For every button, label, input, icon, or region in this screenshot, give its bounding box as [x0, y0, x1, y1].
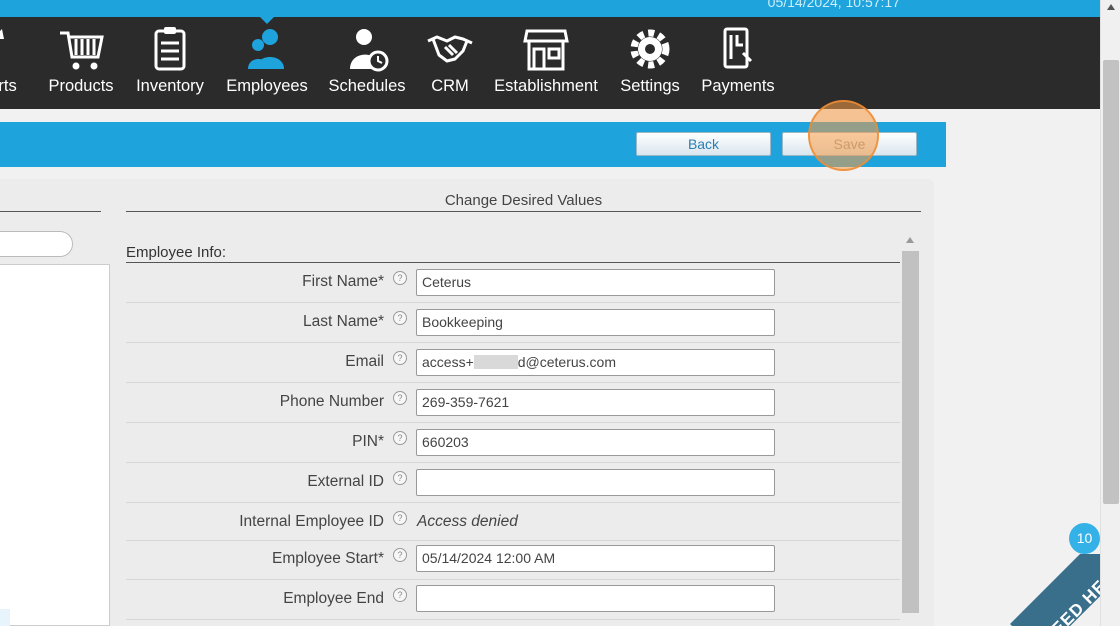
form-row-employee-end: Employee End ? — [126, 580, 900, 620]
main-nav: orts Products Inventory Employees — [0, 16, 1100, 109]
nav-item-employees[interactable]: Employees — [224, 16, 310, 109]
form-row-external-id: External ID ? — [126, 463, 900, 503]
phone-number-field[interactable]: 269-359-7621 — [416, 389, 775, 416]
nav-item-reports[interactable]: orts — [0, 17, 36, 109]
top-status-bar: 05/14/2024, 10:57:17 — [0, 0, 1100, 17]
help-icon[interactable]: ? — [393, 391, 407, 405]
email-field[interactable]: access+ d@ceterus.com — [416, 349, 775, 376]
form-header: Change Desired Values — [444, 192, 603, 209]
field-label: Email — [345, 353, 384, 370]
nav-label: Schedules — [328, 77, 406, 95]
scrollbar-thumb[interactable] — [902, 251, 919, 613]
form-row-phone: Phone Number ? 269-359-7621 — [126, 383, 900, 423]
nav-label: Settings — [620, 77, 680, 95]
field-label: Employee Start* — [272, 550, 384, 567]
form-row-employee-start: Employee Start* ? 05/14/2024 12:00 AM — [126, 541, 900, 580]
back-button[interactable]: Back — [636, 132, 771, 156]
nav-item-payments[interactable]: Payments — [700, 17, 776, 109]
handshake-icon — [427, 35, 473, 63]
help-icon[interactable]: ? — [393, 511, 407, 525]
help-icon[interactable]: ? — [393, 548, 407, 562]
need-help-tab[interactable]: NEED HELP — [1010, 554, 1100, 626]
payment-card-icon — [723, 27, 753, 69]
scroll-up-icon[interactable] — [906, 237, 914, 243]
form-scrollbar[interactable] — [902, 233, 919, 626]
scrollbar-thumb[interactable] — [1103, 60, 1119, 504]
employee-list[interactable] — [0, 264, 110, 626]
employee-search-input[interactable] — [0, 231, 73, 257]
user-clock-icon — [350, 29, 389, 72]
nav-label: Products — [48, 77, 114, 95]
form-row-last-name: Last Name* ? Bookkeeping — [126, 303, 900, 343]
field-label: PIN* — [352, 433, 384, 450]
employee-end-field[interactable] — [416, 585, 775, 612]
gear-icon — [630, 29, 670, 69]
nav-item-establishment[interactable]: Establishment — [492, 17, 600, 109]
nav-item-products[interactable]: Products — [45, 17, 117, 109]
field-label: Employee End — [283, 590, 384, 607]
form-row-email: Email ? access+ d@ceterus.com — [126, 343, 900, 383]
nav-label: CRM — [431, 77, 469, 95]
storefront-icon — [523, 29, 569, 71]
save-button[interactable]: Save — [782, 132, 917, 156]
nav-label: orts — [0, 77, 17, 95]
active-indicator — [259, 16, 275, 24]
first-name-field[interactable]: Ceterus — [416, 269, 775, 296]
field-label: First Name* — [302, 273, 384, 290]
section-title: Employee Info: — [126, 244, 227, 261]
last-name-field[interactable]: Bookkeeping — [416, 309, 775, 336]
nav-label: Establishment — [494, 77, 598, 95]
pin-field[interactable]: 660203 — [416, 429, 775, 456]
nav-label: Payments — [701, 77, 775, 95]
email-value-prefix: access+ — [422, 354, 474, 370]
nav-item-crm[interactable]: CRM — [424, 17, 476, 109]
redacted-block — [473, 355, 518, 370]
internal-id-value: Access denied — [417, 513, 518, 530]
list-item[interactable] — [0, 609, 10, 626]
form-row-pin: PIN* ? 660203 — [126, 423, 900, 463]
help-count-badge[interactable]: 10 — [1069, 523, 1100, 554]
field-label: Phone Number — [279, 393, 384, 410]
employees-icon — [248, 29, 284, 69]
field-label: Internal Employee ID — [239, 513, 384, 530]
external-id-field[interactable] — [416, 469, 775, 496]
help-icon[interactable]: ? — [393, 471, 407, 485]
email-value-suffix: d@ceterus.com — [517, 354, 616, 370]
nav-item-inventory[interactable]: Inventory — [133, 17, 207, 109]
nav-label: Inventory — [136, 77, 204, 95]
help-icon[interactable]: ? — [393, 351, 407, 365]
form-row-internal-id: Internal Employee ID ? Access denied — [126, 503, 900, 541]
left-divider — [0, 211, 101, 212]
field-label: Last Name* — [303, 313, 384, 330]
help-icon[interactable]: ? — [393, 271, 407, 285]
form-row-first-name: First Name* ? Ceterus — [126, 263, 900, 303]
field-label: External ID — [307, 473, 384, 490]
page-scrollbar[interactable] — [1100, 0, 1120, 626]
nav-item-schedules[interactable]: Schedules — [326, 17, 408, 109]
datetime-display: 05/14/2024, 10:57:17 — [767, 0, 900, 10]
clipboard-icon — [154, 27, 186, 71]
help-icon[interactable]: ? — [393, 431, 407, 445]
shopping-cart-icon — [60, 31, 104, 70]
reports-chart-icon — [0, 29, 4, 39]
employee-start-field[interactable]: 05/14/2024 12:00 AM — [416, 545, 775, 572]
scroll-up-icon[interactable] — [1107, 4, 1115, 10]
nav-label: Employees — [226, 77, 308, 95]
help-icon[interactable]: ? — [393, 311, 407, 325]
header-divider — [126, 211, 921, 212]
help-icon[interactable]: ? — [393, 588, 407, 602]
nav-item-settings[interactable]: Settings — [616, 17, 684, 109]
